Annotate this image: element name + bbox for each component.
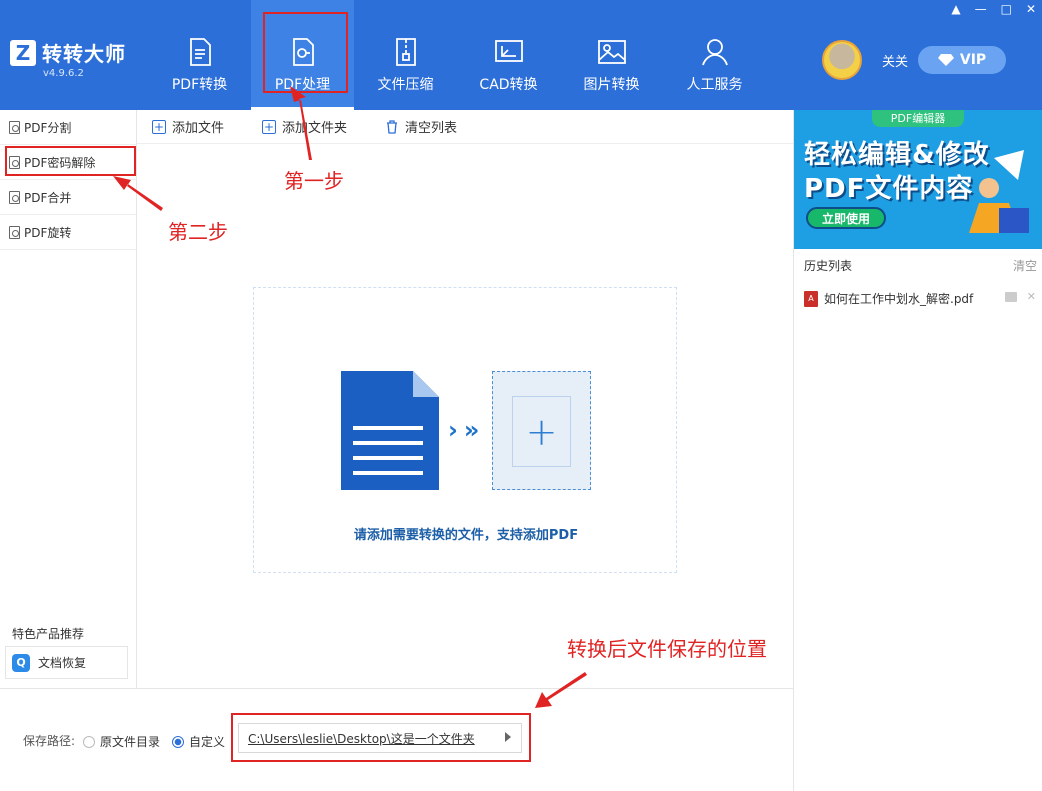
drop-hint: 请添加需要转换的文件，支持添加PDF (353, 528, 579, 543)
main-nav: PDF转换 PDF处理 文件压缩 CAD转换 图片转换 人工服务 (148, 0, 766, 110)
feature-label: 文档恢复 (38, 656, 87, 670)
diamond-icon (937, 54, 954, 66)
feature-title: 特色产品推荐 (12, 627, 85, 641)
app-name: 转转大师 (42, 42, 126, 66)
nav-image-convert[interactable]: 图片转换 (560, 0, 663, 110)
sidebar-item-label: PDF旋转 (24, 225, 72, 240)
remove-icon[interactable]: ✕ (1027, 290, 1036, 303)
add-file-label: 添加文件 (172, 121, 225, 136)
recovery-icon: Q (12, 653, 30, 672)
sidebar-item-label: PDF分割 (24, 120, 72, 135)
sidebar-item-pdf-merge[interactable]: PDF合并 (0, 180, 136, 215)
radio-dot (172, 735, 184, 748)
nav-label: CAD转换 (479, 77, 538, 93)
feature-doc-recovery[interactable]: Q 文档恢复 (5, 646, 128, 679)
clear-list-button[interactable]: 清空列表 (385, 117, 457, 136)
nav-label: PDF转换 (171, 77, 228, 93)
plus-icon: + (512, 396, 571, 467)
annotation-box-sidebar (5, 146, 136, 176)
folder-icon[interactable] (1004, 292, 1017, 302)
banner-line2: PDF文件内容 (804, 174, 974, 204)
nav-pdf-convert[interactable]: PDF转换 (148, 0, 251, 110)
person-icon (701, 39, 728, 66)
banner-use-button[interactable]: 立即使用 (806, 207, 886, 229)
history-item-name: 如何在工作中划水_解密.pdf (824, 292, 974, 306)
history-clear-button[interactable]: 清空 (1013, 257, 1037, 274)
right-panel: PDF编辑器 轻松编辑&修改 PDF文件内容 立即使用 历史列表 清空 A 如何… (793, 110, 1042, 791)
trash-icon (387, 119, 398, 134)
annotation-box-nav (263, 12, 348, 93)
radio-label: 原文件目录 (100, 735, 161, 749)
vip-button[interactable]: VIP (918, 46, 1007, 74)
sidebar-item-pdf-rotate[interactable]: PDF旋转 (0, 215, 136, 250)
nav-human-service[interactable]: 人工服务 (663, 0, 766, 110)
sidebar-item-pdf-split[interactable]: PDF分割 (0, 110, 136, 145)
annotation-save-location: 转换后文件保存的位置 (567, 637, 767, 661)
nav-file-compress[interactable]: 文件压缩 (354, 0, 457, 110)
maximize-button[interactable]: □ (1001, 2, 1012, 16)
minimize-button[interactable]: — (975, 2, 987, 16)
history-actions: ✕ (1004, 290, 1036, 303)
banner-illustration-icon (969, 150, 1029, 233)
pdf-convert-icon (189, 38, 211, 66)
sidebar-item-label: PDF合并 (24, 190, 72, 205)
pdf-red-icon: A (804, 290, 818, 307)
app-version: v4.9.6.2 (43, 68, 84, 79)
radio-original-dir[interactable]: 原文件目录 (83, 733, 160, 750)
arrow-icon: ›» (448, 416, 486, 444)
annotation-box-path (231, 713, 531, 762)
username[interactable]: 关关 (882, 51, 908, 70)
radio-label: 自定义 (189, 735, 226, 749)
document-icon (341, 371, 439, 490)
nav-label: 人工服务 (686, 77, 743, 93)
file-toolbar: + 添加文件 + 添加文件夹 清空列表 (137, 110, 793, 144)
add-file-target[interactable]: + (492, 371, 591, 490)
nav-cad-convert[interactable]: CAD转换 (457, 0, 560, 110)
radio-dot (83, 735, 95, 748)
add-file-button[interactable]: + 添加文件 (152, 117, 224, 136)
promo-banner[interactable]: PDF编辑器 轻松编辑&修改 PDF文件内容 立即使用 (794, 110, 1042, 249)
pdf-file-icon (9, 190, 20, 204)
vip-label: VIP (959, 52, 987, 68)
close-button[interactable]: ✕ (1026, 2, 1036, 16)
nav-label: 文件压缩 (377, 77, 434, 93)
banner-tag: PDF编辑器 (872, 110, 964, 127)
image-icon (597, 40, 626, 64)
pdf-file-icon (9, 120, 20, 134)
zip-icon (395, 38, 416, 66)
user-area: 关关 VIP (822, 40, 1007, 80)
add-file-icon: + (152, 119, 166, 134)
nav-label: 图片转换 (583, 77, 640, 93)
annotation-step2: 第二步 (168, 220, 228, 244)
pdf-file-icon (9, 225, 20, 239)
clear-list-label: 清空列表 (405, 121, 458, 136)
add-folder-button[interactable]: + 添加文件夹 (262, 117, 347, 136)
left-sidebar: PDF分割 PDF密码解除 PDF合并 PDF旋转 特色产品推荐 Q 文档恢复 (0, 110, 137, 688)
annotation-step1: 第一步 (284, 169, 344, 193)
file-drop-zone[interactable]: ›» + 请添加需要转换的文件，支持添加PDF (253, 287, 677, 573)
app-logo: Z 转转大师 (10, 38, 126, 67)
add-folder-label: 添加文件夹 (282, 121, 348, 136)
save-path-label: 保存路径: (23, 734, 76, 748)
add-folder-icon: + (262, 119, 277, 134)
banner-line1: 轻松编辑&修改 (804, 140, 990, 170)
history-title: 历史列表 (804, 259, 853, 273)
history-item[interactable]: A 如何在工作中划水_解密.pdf ✕ (804, 290, 1036, 307)
window-controls: ▲ — □ ✕ (951, 2, 1036, 16)
logo-mark-icon: Z (10, 39, 36, 66)
skin-button[interactable]: ▲ (951, 2, 960, 16)
radio-custom-dir[interactable]: 自定义 (172, 733, 225, 750)
cad-icon (494, 40, 523, 62)
avatar[interactable] (822, 40, 862, 80)
app-header: Z 转转大师 v4.9.6.2 PDF转换 PDF处理 文件压缩 CAD转换 图… (0, 0, 1042, 110)
